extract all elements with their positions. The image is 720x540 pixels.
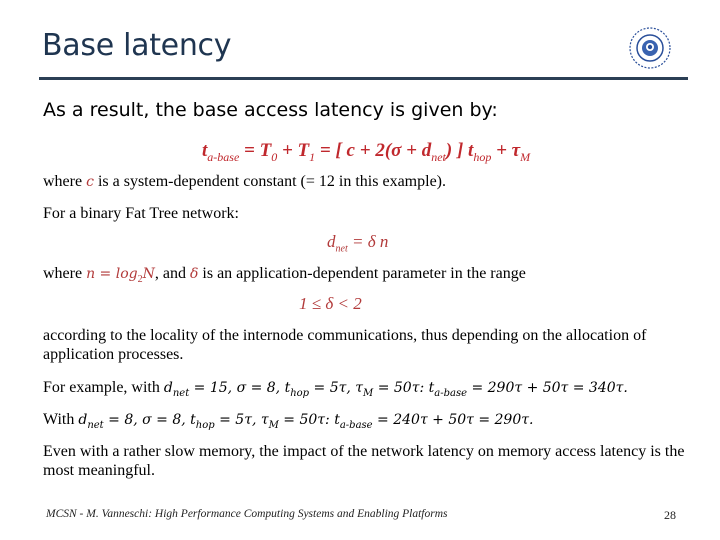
university-seal-icon — [629, 27, 671, 69]
constant-description: where c is a system-dependent constant (… — [43, 173, 446, 190]
delta-range-equation: 1 ≤ δ < 2 — [299, 294, 362, 313]
slide-footer: MCSN - M. Vanneschi: High Performance Co… — [46, 508, 448, 520]
example-2: With dnet = 8, σ = 8, thop = 5τ, τM = 50… — [43, 411, 534, 431]
locality-text: according to the locality of the interno… — [43, 327, 647, 363]
intro-text: As a result, the base access latency is … — [43, 99, 498, 121]
dnet-equation: dnet = δ n — [327, 232, 389, 255]
slide-title: Base latency — [42, 28, 232, 63]
conclusion-text: Even with a rather slow memory, the impa… — [43, 443, 685, 479]
base-latency-equation: ta-base = T0 + T1 = [ c + 2(σ + dnet) ] … — [202, 140, 531, 164]
page-number: 28 — [664, 508, 676, 522]
n-definition: where n = log2N, and δ is an application… — [43, 265, 526, 286]
example-1: For example, with dnet = 15, σ = 8, thop… — [43, 379, 628, 399]
title-underline — [39, 77, 688, 80]
fat-tree-intro: For a binary Fat Tree network: — [43, 205, 239, 222]
